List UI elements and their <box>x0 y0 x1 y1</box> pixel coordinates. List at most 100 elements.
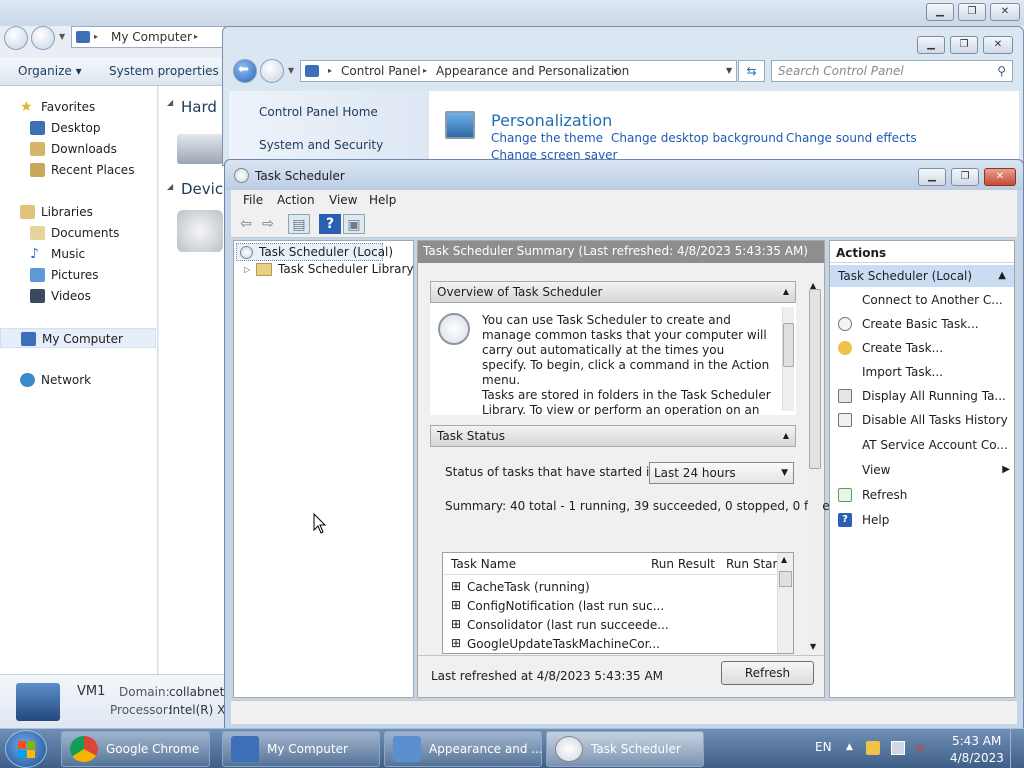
taskbar-chrome[interactable]: Google Chrome <box>61 731 210 767</box>
system-properties-button[interactable]: System properties <box>109 64 219 78</box>
action-disable-history[interactable]: Disable All Tasks History <box>836 409 1012 431</box>
maximize-button[interactable]: ❐ <box>958 3 986 21</box>
clock-time[interactable]: 5:43 AM <box>952 734 1001 748</box>
table-row[interactable]: ⊞ GoogleUpdateTaskMachineCor... <box>443 634 777 653</box>
personalization-title[interactable]: Personalization <box>491 111 612 130</box>
show-hidden-icons-icon[interactable]: ▲ <box>846 742 853 752</box>
cp-system-security-link[interactable]: System and Security <box>259 138 383 152</box>
table-row[interactable]: ⊞ CacheTask (running) <box>443 577 777 596</box>
summary-scrollbar[interactable]: ▲ ▼ <box>808 281 822 651</box>
close-button[interactable]: ✕ <box>990 3 1020 21</box>
back-arrow-icon[interactable]: ⇦ <box>235 214 257 234</box>
forward-button[interactable] <box>31 26 55 50</box>
dvd-drive-icon[interactable] <box>177 210 223 252</box>
maximize-button[interactable]: ❐ <box>950 36 978 54</box>
tree-root[interactable]: Task Scheduler (Local) <box>236 243 393 261</box>
recent-pages-icon[interactable]: ▼ <box>59 32 65 41</box>
back-button[interactable] <box>4 26 28 50</box>
refresh-address-button[interactable]: ⇆ <box>738 60 765 82</box>
start-button[interactable] <box>5 730 47 768</box>
overview-section-header[interactable]: Overview of Task Scheduler ▲ <box>430 281 796 303</box>
maximize-button[interactable]: ❐ <box>951 168 979 186</box>
taskbar-appearance[interactable]: Appearance and ... <box>384 731 542 767</box>
menu-help[interactable]: Help <box>369 193 396 207</box>
overview-scrollbar[interactable] <box>782 307 794 411</box>
address-dropdown-icon[interactable]: ▼ <box>726 61 732 81</box>
action-view[interactable]: View ▶ <box>836 459 1012 481</box>
cp-home-link[interactable]: Control Panel Home <box>259 105 378 119</box>
collapse-icon[interactable]: ▲ <box>998 265 1006 287</box>
menu-file[interactable]: File <box>243 193 263 207</box>
language-indicator[interactable]: EN <box>815 740 832 754</box>
collapse-icon[interactable]: ▲ <box>783 426 789 446</box>
taskbar-my-computer[interactable]: My Computer <box>222 731 380 767</box>
action-help[interactable]: ? Help <box>836 509 1012 531</box>
minimize-button[interactable]: ▁ <box>917 36 945 54</box>
expand-plus-icon[interactable]: ⊞ <box>451 579 461 593</box>
menu-view[interactable]: View <box>329 193 357 207</box>
organize-button[interactable]: Organize ▾ <box>18 64 82 78</box>
table-row[interactable]: ⊞ Consolidator (last run succeede... <box>443 615 777 634</box>
search-icon[interactable]: ⚲ <box>997 61 1006 81</box>
nav-my-computer[interactable]: My Computer <box>0 328 156 348</box>
search-control-panel-input[interactable]: Search Control Panel ⚲ <box>771 60 1013 82</box>
nav-videos[interactable]: Videos <box>0 286 156 306</box>
close-button[interactable]: ✕ <box>983 36 1013 54</box>
table-row[interactable]: ⊞ ConfigNotification (last run suc... <box>443 596 777 615</box>
forward-arrow-icon[interactable]: ⇨ <box>257 214 279 234</box>
help-icon[interactable]: ? <box>319 214 341 234</box>
action-create-basic-task[interactable]: Create Basic Task... <box>836 313 1012 335</box>
forward-button[interactable] <box>260 59 284 83</box>
network-tray-icon[interactable] <box>891 741 905 755</box>
nav-music[interactable]: ♪ Music <box>0 244 156 264</box>
expand-plus-icon[interactable]: ⊞ <box>451 636 461 650</box>
change-background-link[interactable]: Change desktop background <box>611 131 783 145</box>
show-hide-action-pane-icon[interactable]: ▣ <box>343 214 365 234</box>
nav-network[interactable]: Network <box>0 370 156 390</box>
nav-documents[interactable]: Documents <box>0 223 156 243</box>
drive-icon[interactable] <box>177 134 223 164</box>
expand-plus-icon[interactable]: ⊞ <box>451 598 461 612</box>
minimize-button[interactable]: ▁ <box>926 3 954 21</box>
breadcrumb-appearance[interactable]: Appearance and Personalization <box>436 61 629 81</box>
menu-action[interactable]: Action <box>277 193 315 207</box>
column-task-name[interactable]: Task Name <box>451 557 516 571</box>
status-period-dropdown[interactable]: Last 24 hours ▼ <box>649 462 794 484</box>
speaker-muted-icon[interactable]: ✕ <box>915 741 929 755</box>
taskbar-task-scheduler[interactable]: Task Scheduler <box>546 731 704 767</box>
nav-libraries[interactable]: Libraries <box>0 202 156 222</box>
task-status-section-header[interactable]: Task Status ▲ <box>430 425 796 447</box>
action-connect[interactable]: Connect to Another C... <box>836 289 1012 311</box>
refresh-button[interactable]: Refresh <box>721 661 814 685</box>
nav-desktop[interactable]: Desktop <box>0 118 156 138</box>
nav-favorites[interactable]: ★ Favorites <box>0 97 156 117</box>
recent-pages-icon[interactable]: ▼ <box>288 66 294 75</box>
back-button[interactable]: ⬅ <box>233 59 257 83</box>
minimize-button[interactable]: ▁ <box>918 168 946 186</box>
cp-address-bar[interactable]: ▸ Control Panel ▸ Appearance and Persona… <box>300 60 737 82</box>
nav-pictures[interactable]: Pictures <box>0 265 156 285</box>
clock-date[interactable]: 4/8/2023 <box>950 751 1004 765</box>
action-create-task[interactable]: Create Task... <box>836 337 1012 359</box>
tree-library[interactable]: Task Scheduler Library <box>278 262 414 276</box>
breadcrumb-control-panel[interactable]: Control Panel <box>341 61 421 81</box>
close-button[interactable]: ✕ <box>984 168 1016 186</box>
change-sound-link[interactable]: Change sound effects <box>786 131 917 145</box>
change-theme-link[interactable]: Change the theme <box>491 131 603 145</box>
action-refresh[interactable]: Refresh <box>836 484 1012 506</box>
expand-plus-icon[interactable]: ⊞ <box>451 617 461 631</box>
nav-downloads[interactable]: Downloads <box>0 139 156 159</box>
address-bar[interactable]: ▸ My Computer ▸ <box>71 26 226 48</box>
show-desktop-button[interactable] <box>1010 729 1024 768</box>
collapse-icon[interactable]: ▲ <box>783 282 789 302</box>
table-scrollbar[interactable]: ▲ <box>777 553 793 653</box>
column-run-result[interactable]: Run Result <box>651 557 715 571</box>
action-center-flag-icon[interactable] <box>866 741 880 755</box>
column-run-start[interactable]: Run Start <box>726 557 782 571</box>
expand-arrow-icon[interactable]: ▷ <box>244 265 250 274</box>
action-import-task[interactable]: Import Task... <box>836 361 1012 383</box>
action-at-service-account[interactable]: AT Service Account Co... <box>836 434 1012 456</box>
action-display-running[interactable]: Display All Running Ta... <box>836 385 1012 407</box>
show-hide-tree-icon[interactable]: ▤ <box>288 214 310 234</box>
actions-group-header[interactable]: Task Scheduler (Local) ▲ <box>830 265 1014 287</box>
